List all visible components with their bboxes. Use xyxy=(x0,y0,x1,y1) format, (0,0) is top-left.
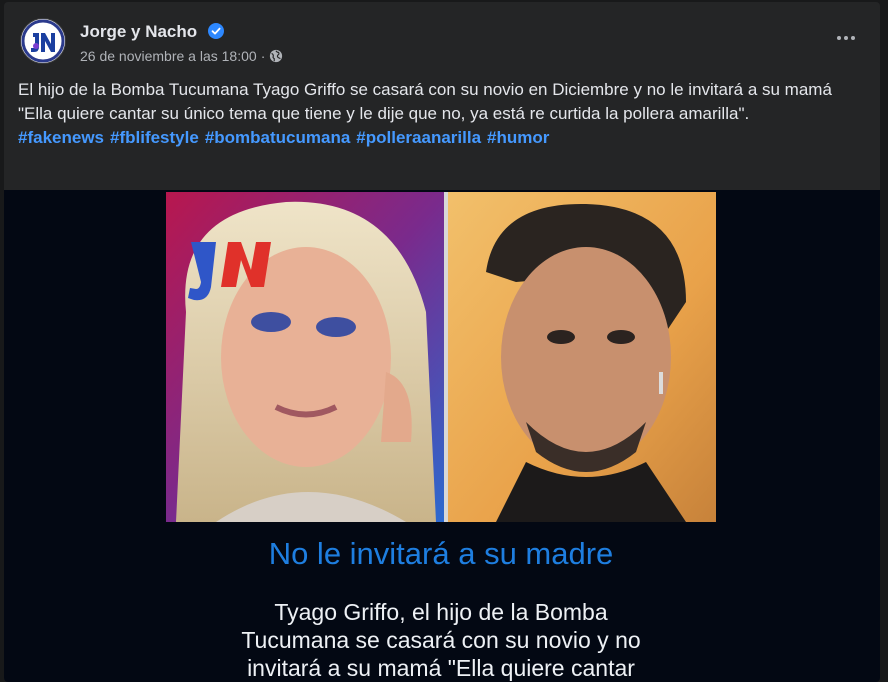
facebook-post: Jorge y Nacho 26 de noviembre a las 18:0… xyxy=(4,2,880,682)
media-headline: No le invitará a su madre xyxy=(268,536,614,571)
more-options-icon xyxy=(837,36,841,40)
post-meta: 26 de noviembre a las 18:00 · xyxy=(80,47,283,65)
media-body-text: Tyago Griffo, el hijo de la Bomba Tucuma… xyxy=(166,598,716,682)
hashtag-link[interactable]: #polleraanarilla xyxy=(356,126,481,150)
post-media[interactable]: No le invitará a su madre Tyago Griffo, … xyxy=(4,190,880,682)
verified-badge-icon xyxy=(208,23,224,39)
media-body-line: Tucumana se casará con su novio y no xyxy=(241,627,641,653)
hashtag-list: #fakenews #fblifestyle #bombatucumana #p… xyxy=(18,126,868,150)
globe-icon[interactable] xyxy=(269,49,283,63)
media-body-line: Tyago Griffo, el hijo de la Bomba xyxy=(274,599,608,625)
post-timestamp[interactable]: 26 de noviembre a las 18:00 xyxy=(80,47,257,65)
post-message: El hijo de la Bomba Tucumana Tyago Griff… xyxy=(18,80,832,123)
media-body-line: invitará a su mamá "Ella quiere cantar xyxy=(247,655,635,681)
page-name[interactable]: Jorge y Nacho xyxy=(80,21,197,43)
news-photo-image xyxy=(166,192,716,522)
hashtag-link[interactable]: #bombatucumana xyxy=(205,126,350,150)
hashtag-link[interactable]: #humor xyxy=(487,126,549,150)
jn-logo-icon xyxy=(21,19,65,63)
news-photo xyxy=(166,192,716,522)
post-body: El hijo de la Bomba Tucumana Tyago Griff… xyxy=(18,78,868,150)
meta-separator: · xyxy=(260,48,266,64)
page-avatar[interactable] xyxy=(20,18,66,64)
hashtag-link[interactable]: #fakenews xyxy=(18,126,104,150)
more-options-button[interactable] xyxy=(828,26,864,50)
hashtag-link[interactable]: #fblifestyle xyxy=(110,126,199,150)
